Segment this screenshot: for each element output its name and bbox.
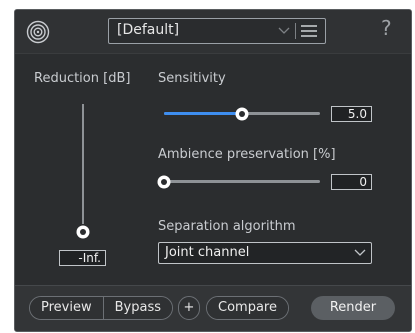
compare-button[interactable]: Compare [207, 297, 288, 319]
reduction-label: Reduction [dB] [34, 71, 131, 86]
ambience-label: Ambience preservation [%] [158, 147, 336, 162]
render-button[interactable]: Render [311, 296, 395, 320]
sensitivity-label: Sensitivity [158, 71, 226, 86]
controls-panel: Reduction [dB] -Inf. Sensitivity 5.0 Amb… [15, 53, 411, 285]
ambience-slider-thumb[interactable] [156, 174, 172, 190]
sensitivity-slider-thumb[interactable] [234, 106, 250, 122]
reduction-slider-thumb[interactable] [75, 224, 91, 240]
compare-group: Compare [206, 296, 289, 320]
footer-bar: Preview Bypass + Compare Render [15, 285, 411, 331]
chevron-down-icon [354, 249, 366, 256]
preset-divider [295, 23, 296, 39]
add-button[interactable]: + [178, 296, 200, 320]
preset-dropdown[interactable]: [Default] [108, 18, 326, 44]
chevron-down-icon[interactable] [277, 25, 291, 37]
sensitivity-value[interactable]: 5.0 [331, 106, 372, 122]
help-button[interactable]: ? [381, 16, 392, 40]
reduction-value: -Inf. [59, 250, 106, 266]
header-bar: [Default] ? [15, 10, 411, 53]
reduction-slider-track[interactable] [82, 104, 84, 224]
preview-button[interactable]: Preview [30, 297, 104, 319]
sensitivity-slider-fill [164, 112, 242, 115]
ambience-value[interactable]: 0 [331, 174, 372, 190]
algorithm-selected-value: Joint channel [165, 245, 250, 260]
ambience-slider-track[interactable] [164, 180, 320, 183]
bypass-button[interactable]: Bypass [103, 297, 172, 319]
plugin-window: [Default] ? Reduction [dB] -Inf. Sensiti… [14, 9, 412, 332]
algorithm-select[interactable]: Joint channel [158, 242, 372, 264]
preset-label: [Default] [117, 22, 180, 38]
hamburger-menu-icon[interactable] [300, 24, 318, 38]
preview-bypass-group: Preview Bypass [29, 296, 173, 320]
algorithm-label: Separation algorithm [158, 219, 296, 234]
concentric-circles-logo-icon[interactable] [26, 20, 50, 44]
